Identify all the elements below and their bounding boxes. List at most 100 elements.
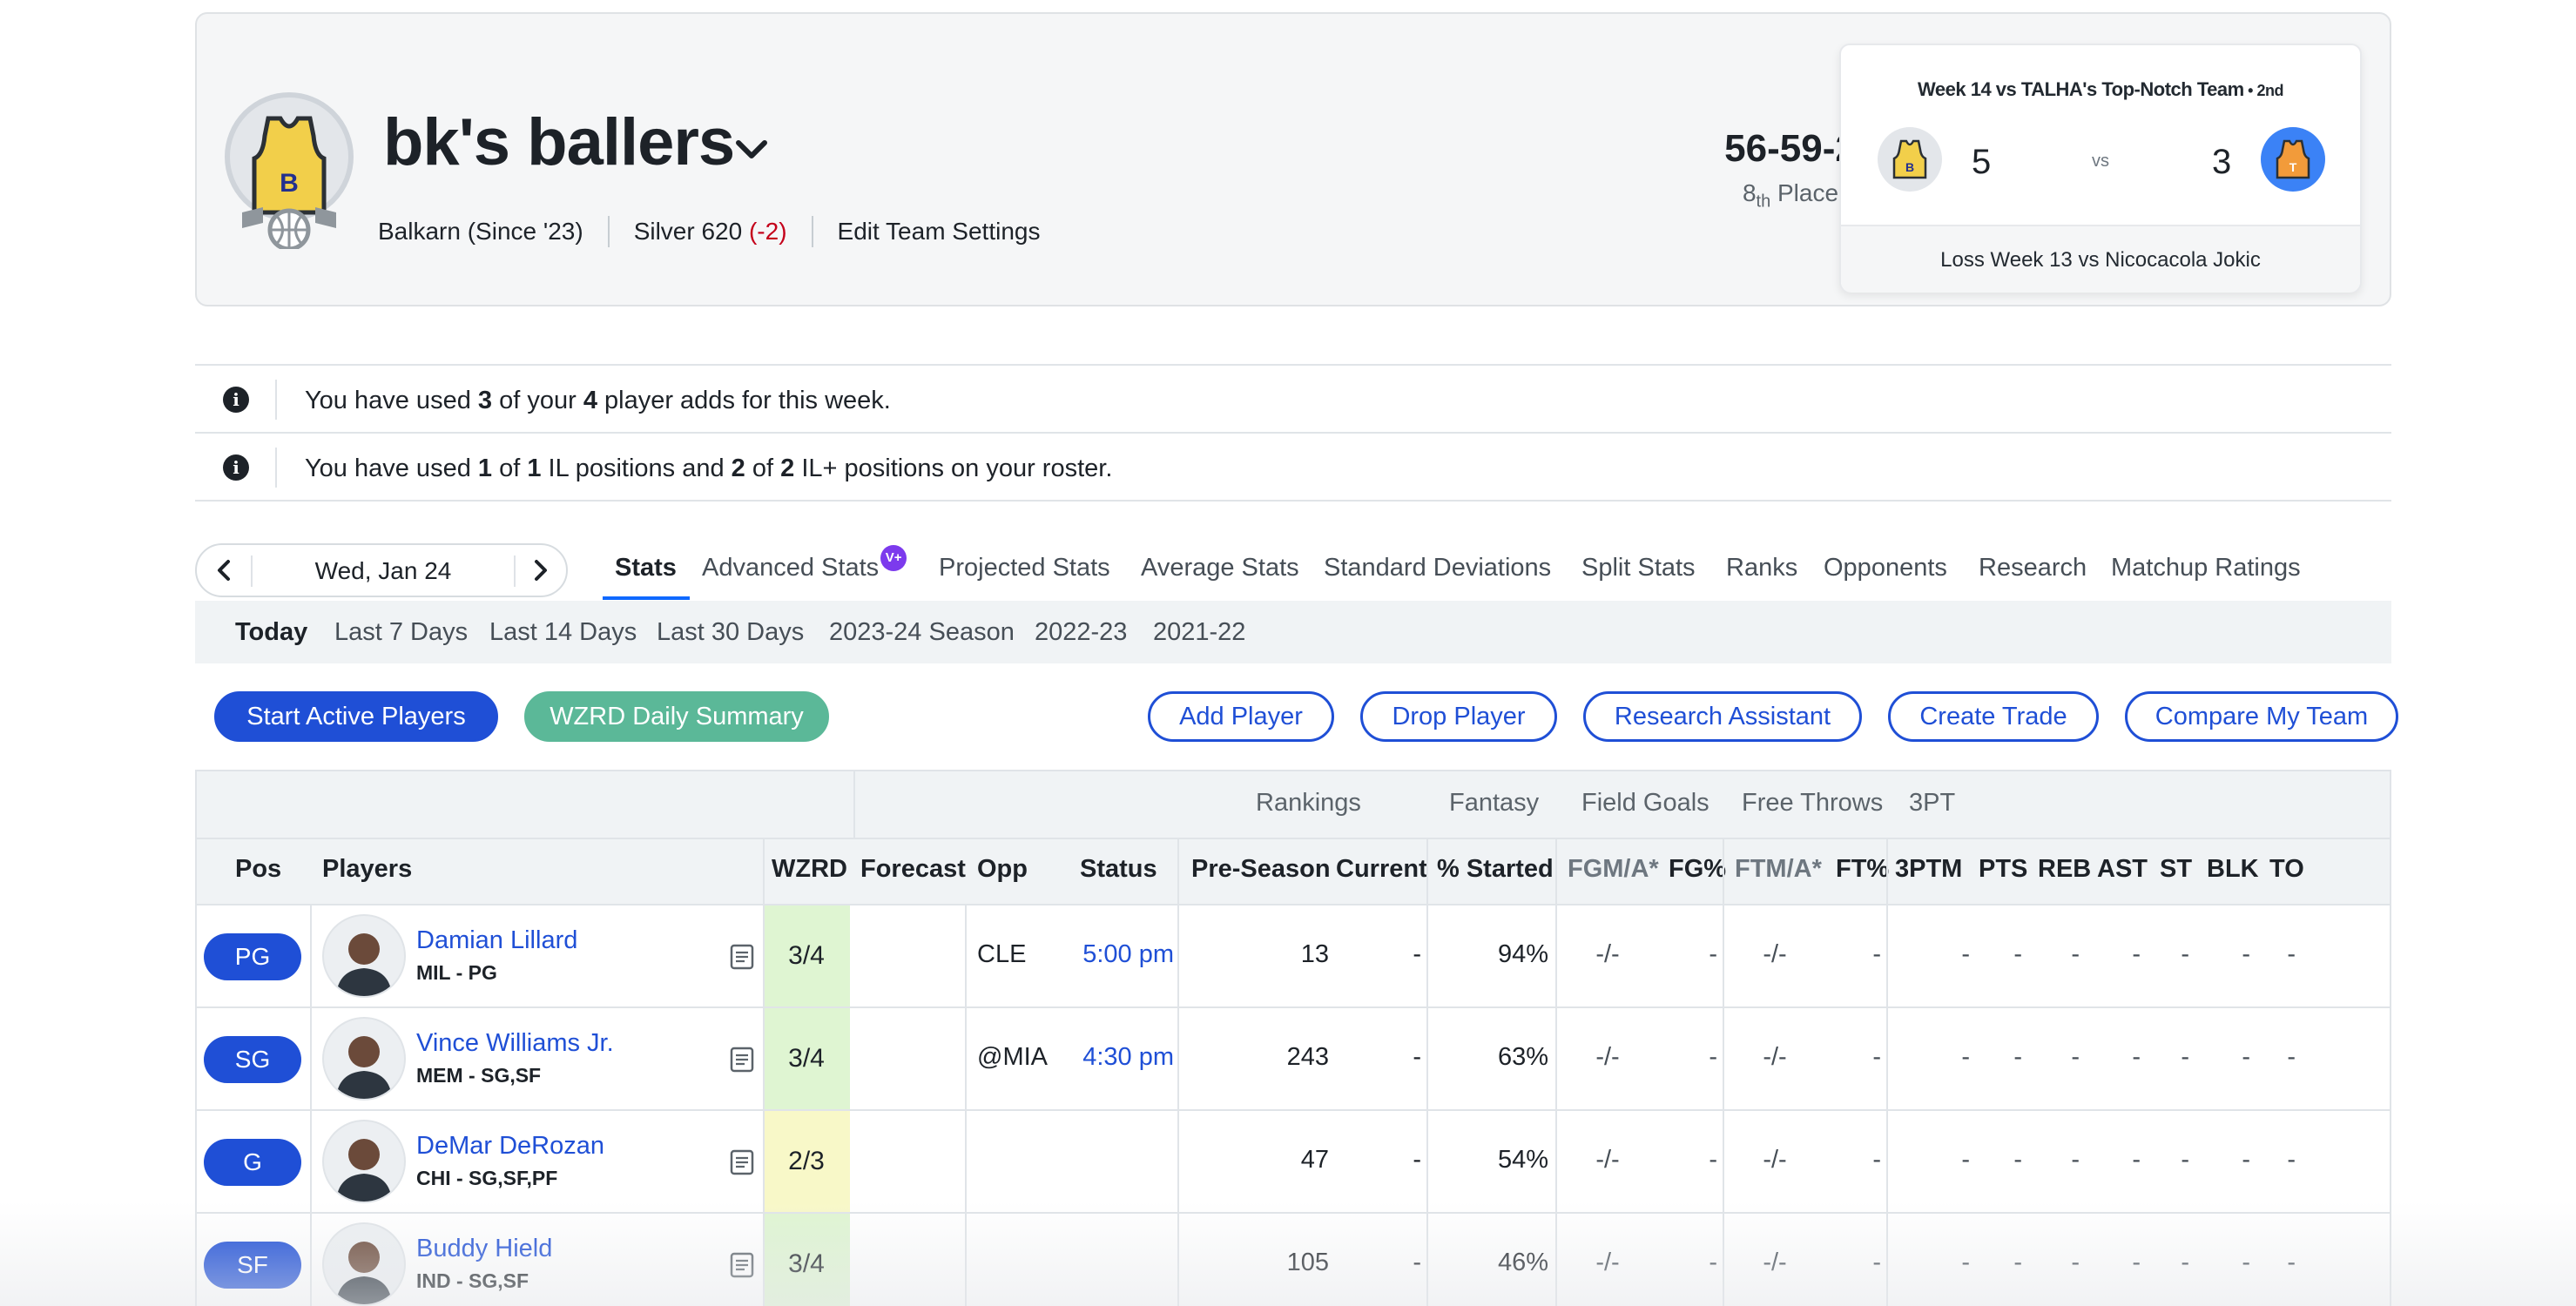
tab-projected-stats[interactable]: Projected Stats [939,554,1110,582]
status-cell[interactable]: 4:30 pm [1078,1043,1174,1072]
opp-score: 3 [2212,143,2232,181]
chevron-down-icon[interactable] [728,125,775,172]
status-cell[interactable]: 5:00 pm [1078,940,1174,969]
cur-cell: - [1413,1146,1421,1174]
tab-opponents[interactable]: Opponents [1824,554,1947,582]
wzrd-score[interactable]: 3/4 [763,1214,850,1306]
header-current[interactable]: Current [1336,855,1427,884]
tpm-cell: - [1961,940,1970,968]
ast-cell: - [2132,1249,2141,1276]
position-button[interactable]: SF [204,1242,301,1289]
tab-average-stats[interactable]: Average Stats [1141,554,1299,582]
add-player-button[interactable]: Add Player [1148,691,1334,742]
player-headshot [322,914,406,998]
fgpct-cell: - [1709,940,1717,968]
header-wzrd[interactable]: WZRD [772,855,847,884]
info-icon: i [223,387,249,413]
position-button[interactable]: PG [204,933,301,980]
wzrd-score[interactable]: 3/4 [763,905,850,1006]
header-to[interactable]: TO [2269,855,2304,884]
tab-ranks[interactable]: Ranks [1726,554,1797,582]
header-ftpct[interactable]: FT% [1836,855,1889,884]
header-st[interactable]: ST [2160,855,2192,884]
tab-matchup-ratings[interactable]: Matchup Ratings [2111,554,2301,582]
position-button[interactable]: SG [204,1036,301,1083]
player-name-link[interactable]: DeMar DeRozan [416,1132,604,1161]
header-reb[interactable]: REB [2038,855,2091,884]
player-notes-icon[interactable] [730,1252,754,1278]
group-fantasy: Fantasy [1449,789,1540,817]
subtab-today[interactable]: Today [235,618,307,647]
header-pts[interactable]: PTS [1979,855,2027,884]
opp-cell[interactable]: @MIA [977,1043,1064,1072]
ftma-cell: -/- [1763,1249,1787,1276]
header-fgpct[interactable]: FG% [1669,855,1726,884]
header-started[interactable]: % Started [1437,855,1554,884]
tab-research[interactable]: Research [1979,554,2087,582]
pts-cell: - [2013,1146,2022,1174]
header-3ptm[interactable]: 3PTM [1895,855,1962,884]
compare-my-team-button[interactable]: Compare My Team [2125,691,2398,742]
st-cell: - [2181,1249,2189,1276]
started-cell: 94% [1497,940,1548,968]
subtab-last-30-days[interactable]: Last 30 Days [657,618,804,647]
subtab-2021-22[interactable]: 2021-22 [1153,618,1245,647]
wzrd-score[interactable]: 3/4 [763,1008,850,1109]
svg-text:T: T [2289,160,2297,174]
tab-standard-deviations[interactable]: Standard Deviations [1324,554,1551,582]
matchup-card[interactable]: Week 14 vs TALHA's Top-Notch Team • 2nd … [1839,44,2362,293]
cur-cell: - [1413,1043,1421,1071]
subtab-2023-24-season[interactable]: 2023-24 Season [829,618,1015,647]
header-opp[interactable]: Opp [977,855,1028,884]
position-button[interactable]: G [204,1139,301,1186]
header-preseason[interactable]: Pre-Season [1191,855,1331,884]
create-trade-button[interactable]: Create Trade [1888,691,2099,742]
player-name-link[interactable]: Vince Williams Jr. [416,1029,614,1058]
time-range-tabs: Today Last 7 Days Last 14 Days Last 30 D… [195,601,2391,663]
subtab-last-14-days[interactable]: Last 14 Days [489,618,637,647]
started-cell: 54% [1497,1146,1548,1174]
team-subinfo: Balkarn (Since '23) Silver 620 (-2) Edit… [378,216,1040,247]
wzrd-daily-summary-button[interactable]: WZRD Daily Summary [524,691,829,742]
tpm-cell: - [1961,1043,1970,1071]
team-name[interactable]: bk's ballers [383,104,735,180]
info-icon: i [223,454,249,481]
header-status[interactable]: Status [1080,855,1157,884]
group-rankings: Rankings [1256,789,1361,817]
stats-tabs: Stats Advanced Stats V+ Projected Stats A… [0,545,2576,599]
header-blk[interactable]: BLK [2207,855,2259,884]
blk-cell: - [2242,1146,2250,1174]
header-ftma[interactable]: FTM/A* [1735,855,1822,884]
player-notes-icon[interactable] [730,1047,754,1073]
research-assistant-button[interactable]: Research Assistant [1583,691,1862,742]
drop-player-button[interactable]: Drop Player [1360,691,1557,742]
header-ast[interactable]: AST [2097,855,2148,884]
tier-change: (-2) [748,218,787,245]
started-cell: 63% [1497,1043,1548,1071]
ftpct-cell: - [1872,1043,1881,1071]
header-players[interactable]: Players [322,855,412,884]
previous-result[interactable]: Loss Week 13 vs Nicocacola Jokic [1841,225,2360,293]
header-forecast[interactable]: Forecast [860,855,966,884]
player-name-link[interactable]: Damian Lillard [416,926,577,955]
start-active-players-button[interactable]: Start Active Players [214,691,498,742]
player-notes-icon[interactable] [730,944,754,970]
tab-advanced-stats[interactable]: Advanced Stats V+ [702,545,907,582]
tab-stats[interactable]: Stats [615,554,677,582]
ast-cell: - [2132,940,2141,968]
player-name-link[interactable]: Buddy Hield [416,1235,552,1263]
notice-text: You have used 3 of your 4 player adds fo… [305,387,891,414]
header-fgma[interactable]: FGM/A* [1568,855,1659,884]
subtab-2022-23[interactable]: 2022-23 [1035,618,1127,647]
wzrd-score[interactable]: 2/3 [763,1111,850,1212]
subtab-last-7-days[interactable]: Last 7 Days [334,618,468,647]
player-headshot [322,1222,406,1306]
blk-cell: - [2242,1043,2250,1071]
edit-team-settings-link[interactable]: Edit Team Settings [838,218,1041,246]
header-pos[interactable]: Pos [235,855,281,884]
player-notes-icon[interactable] [730,1149,754,1175]
st-cell: - [2181,940,2189,968]
player-team-positions: CHI - SG,SF,PF [416,1167,558,1189]
opp-cell[interactable]: CLE [977,940,1064,969]
tab-split-stats[interactable]: Split Stats [1581,554,1696,582]
